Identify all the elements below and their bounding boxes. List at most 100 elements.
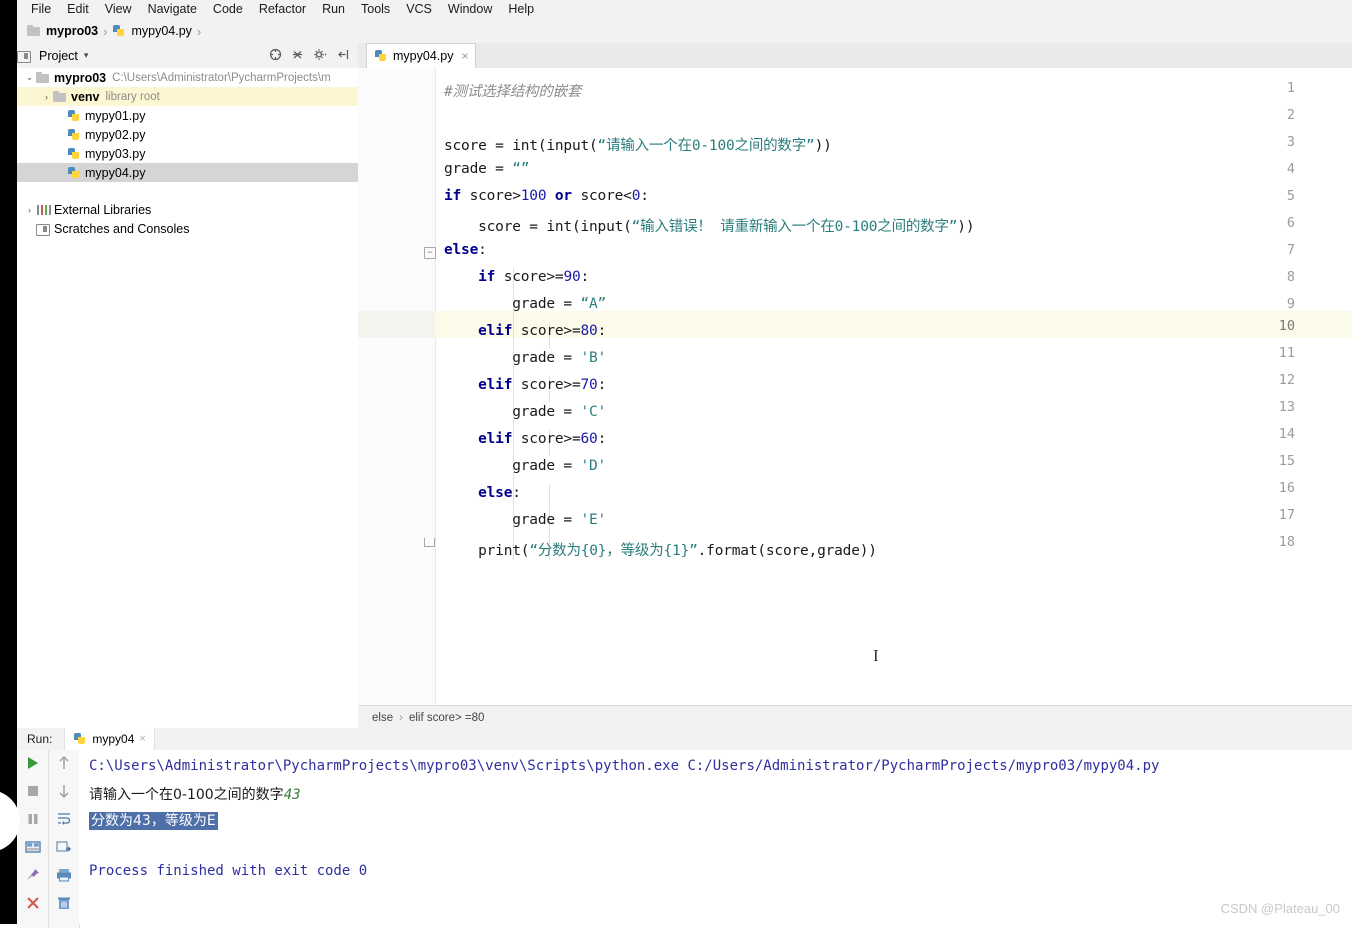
console-exit-line: Process finished with exit code 0 [89,863,368,879]
line-number: 2 [1286,107,1295,123]
line-number: 8 [1286,269,1295,285]
run-icon[interactable] [24,754,42,772]
folder-icon [27,24,41,38]
code-line-17: grade = 'E' [444,512,607,528]
menu-item-help[interactable]: Help [500,0,542,19]
stop-icon[interactable] [24,782,42,800]
line-number: 1 [1286,80,1295,96]
python-file-icon [67,147,81,161]
scroll-up-icon[interactable] [55,754,73,772]
code-line-9: grade = “A” [444,296,607,312]
fold-end-icon [424,538,435,547]
menu-item-code[interactable]: Code [205,0,251,19]
run-console-output[interactable]: C:\Users\Administrator\PycharmProjects\m… [79,750,1352,924]
pause-icon[interactable] [24,810,42,828]
tree-label: mypy01.py [85,108,146,123]
menu-item-edit[interactable]: Edit [59,0,97,19]
line-number: 4 [1286,161,1295,177]
run-panel-label: Run: [27,732,53,746]
python-file-icon [67,109,81,123]
chevron-right-icon[interactable]: › [40,92,53,102]
editor-crumb-second[interactable]: elif score> =80 [409,712,484,724]
scroll-down-icon[interactable] [55,782,73,800]
layout-icon[interactable] [24,838,42,856]
chevron-down-icon[interactable]: ⌄ [23,72,36,83]
line-number: 15 [1278,453,1295,469]
breadcrumb: mypro03 › mypy04.py › [17,19,1352,44]
python-file-icon [67,166,81,180]
trash-icon[interactable] [55,894,73,912]
close-icon[interactable] [24,894,42,912]
menu-item-navigate[interactable]: Navigate [140,0,205,19]
breadcrumb-file-label: mypy04.py [131,24,192,38]
menu-item-refactor[interactable]: Refactor [251,0,314,19]
tree-row-scratches[interactable]: Scratches and Consoles [17,219,358,238]
fold-marker-icon[interactable]: − [424,247,436,259]
code-line-3: score = int(input(“请输入一个在0-100之间的数字”)) [444,138,832,154]
hide-panel-icon[interactable] [337,48,350,64]
line-number: 12 [1278,372,1295,388]
menu-item-window[interactable]: Window [440,0,500,19]
folder-icon [36,71,50,85]
export-icon[interactable] [55,838,73,856]
line-number: 18 [1278,534,1295,550]
chevron-down-icon[interactable]: ▾ [84,50,89,61]
soft-wrap-icon[interactable] [55,810,73,828]
run-panel-header: Run: mypy04 × [17,728,1352,751]
breadcrumb-project[interactable]: mypro03 [27,24,98,38]
close-icon[interactable]: × [139,733,145,745]
collapse-all-icon[interactable] [291,48,304,64]
tree-row-mypy03[interactable]: mypy03.py [17,144,358,163]
tree-row-mypy02[interactable]: mypy02.py [17,125,358,144]
line-number: 13 [1278,399,1295,415]
editor-gutter[interactable] [358,68,435,705]
run-toolbar-left [17,750,48,928]
tree-label: Scratches and Consoles [54,221,190,236]
menu-item-vcs[interactable]: VCS [398,0,440,19]
code-line-18: print(“分数为{0}，等级为{1}”.format(score,grade… [444,543,877,559]
settings-gear-icon[interactable] [313,48,328,64]
project-window-icon [17,49,31,63]
code-editor[interactable]: 1 2 3 4 5 6 7 8 9 10 11 12 13 14 15 16 1… [358,68,1352,705]
run-toolbar-right [48,750,80,928]
tree-row-venv[interactable]: › venv library root [17,87,358,106]
python-file-icon [112,24,126,38]
tree-row-mypro03[interactable]: ⌄ mypro03 C:\Users\Administrator\Pycharm… [17,68,358,87]
libraries-icon [36,203,50,217]
code-line-7: else: [444,242,487,258]
menu-item-run[interactable]: Run [314,0,353,19]
line-number: 16 [1278,480,1295,496]
chevron-right-icon: › [399,711,403,724]
code-line-15: grade = 'D' [444,458,607,474]
tree-row-mypy04[interactable]: mypy04.py [17,163,358,182]
console-result-selected-text: 分数为43，等级为E [89,812,218,830]
editor-crumb-first[interactable]: else [372,712,393,724]
line-number: 7 [1286,242,1295,258]
tree-row-mypy01[interactable]: mypy01.py [17,106,358,125]
project-tree[interactable]: ⌄ mypro03 C:\Users\Administrator\Pycharm… [17,68,359,720]
menu-item-view[interactable]: View [97,0,140,19]
editor-tab-label: mypy04.py [393,49,454,63]
pin-icon[interactable] [24,866,42,884]
close-icon[interactable]: × [461,49,468,63]
editor-structure-breadcrumb: else › elif score> =80 [358,705,1352,729]
breadcrumb-file[interactable]: mypy04.py [112,24,192,38]
pycharm-window: File Edit View Navigate Code Refactor Ru… [0,0,1352,928]
tree-path: C:\Users\Administrator\PycharmProjects\m [112,71,331,84]
code-line-10: elif score>=80: [478,323,607,339]
run-tab-mypy04[interactable]: mypy04 × [64,728,155,750]
print-icon[interactable] [55,866,73,884]
line-number: 3 [1286,134,1295,150]
target-icon[interactable] [269,48,282,64]
python-file-icon [374,49,388,63]
menu-item-tools[interactable]: Tools [353,0,398,19]
tree-row-external-libraries[interactable]: › External Libraries [17,200,358,219]
code-line-6: score = int(input(“输入错误！ 请重新输入一个在0-100之间… [444,219,975,235]
tree-label: External Libraries [54,202,152,217]
chevron-right-icon[interactable]: › [23,205,36,215]
menu-item-file[interactable]: File [23,0,59,19]
breadcrumb-project-label: mypro03 [46,24,99,38]
editor-tab-bar: mypy04.py × [358,43,1352,69]
scratches-icon [36,222,50,236]
editor-tab-mypy04[interactable]: mypy04.py × [366,43,477,68]
